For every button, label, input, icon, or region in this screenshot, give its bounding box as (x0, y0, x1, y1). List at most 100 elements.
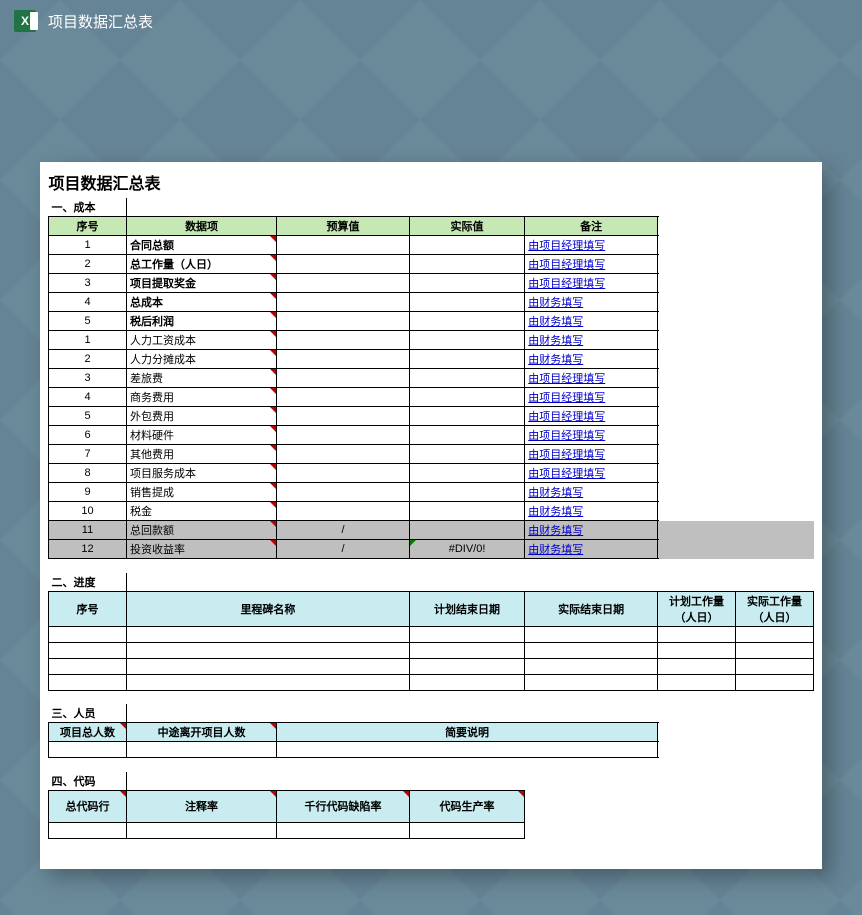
cell-item: 总回款额 (127, 521, 277, 540)
cell-actual (409, 445, 524, 464)
table-row: 6材料硬件由项目经理填写 (49, 426, 814, 445)
cell-budget (277, 407, 410, 426)
cell-budget (277, 445, 410, 464)
cell-note: 由财务填写 (525, 483, 658, 502)
table-row (49, 742, 814, 758)
note-link[interactable]: 由项目经理填写 (528, 411, 605, 423)
cell-budget: / (277, 540, 410, 559)
cell-note: 由项目经理填写 (525, 369, 658, 388)
note-link[interactable]: 由项目经理填写 (528, 392, 605, 404)
cell-item: 税金 (127, 502, 277, 521)
cell-seq: 2 (49, 350, 127, 369)
cell-actual (409, 331, 524, 350)
cell-actual (409, 236, 524, 255)
cell-budget (277, 369, 410, 388)
note-link[interactable]: 由财务填写 (528, 506, 583, 518)
cell-note: 由财务填写 (525, 502, 658, 521)
cell-item: 外包费用 (127, 407, 277, 426)
table-row (49, 674, 814, 690)
cell-note: 由项目经理填写 (525, 388, 658, 407)
col-totalcode: 总代码行 (49, 790, 127, 822)
col-item: 数据项 (127, 217, 277, 236)
table-row: 12投资收益率/#DIV/0!由财务填写 (49, 540, 814, 559)
note-link[interactable]: 由项目经理填写 (528, 240, 605, 252)
cell-seq: 10 (49, 502, 127, 521)
note-link[interactable]: 由项目经理填写 (528, 468, 605, 480)
note-link[interactable]: 由项目经理填写 (528, 259, 605, 271)
section2-heading: 二、进度 (49, 573, 127, 592)
cell-item: 项目提取奖金 (127, 274, 277, 293)
table-row: 10税金 由财务填写 (49, 502, 814, 521)
table-row (49, 822, 814, 838)
cell-actual (409, 350, 524, 369)
col-planend: 计划结束日期 (409, 591, 524, 626)
col-seq: 序号 (49, 217, 127, 236)
col-budget: 预算值 (277, 217, 410, 236)
cell-seq: 7 (49, 445, 127, 464)
col-defectrate: 千行代码缺陷率 (277, 790, 410, 822)
cell-seq: 1 (49, 331, 127, 350)
note-link[interactable]: 由财务填写 (528, 297, 583, 309)
table-row: 1人力工资成本由财务填写 (49, 331, 814, 350)
cell-seq: 11 (49, 521, 127, 540)
note-link[interactable]: 由财务填写 (528, 544, 583, 556)
cell-budget (277, 255, 410, 274)
col-milestone: 里程碑名称 (127, 591, 410, 626)
cell-item: 商务费用 (127, 388, 277, 407)
cell-note: 由财务填写 (525, 350, 658, 369)
col-total-people: 项目总人数 (49, 723, 127, 742)
note-link[interactable]: 由财务填写 (528, 487, 583, 499)
cell-actual: #DIV/0! (409, 540, 524, 559)
note-link[interactable]: 由项目经理填写 (528, 430, 605, 442)
cell-actual (409, 293, 524, 312)
note-link[interactable]: 由财务填写 (528, 354, 583, 366)
table-row: 11总回款额/ 由财务填写 (49, 521, 814, 540)
cell-actual (409, 521, 524, 540)
spreadsheet: 项目数据汇总表 一、成本 序号 数据项 预算值 实际值 备注 1合同总额由项目经… (40, 162, 822, 869)
table-row: 2总工作量（人日）由项目经理填写 (49, 255, 814, 274)
col-prodrate: 代码生产率 (409, 790, 524, 822)
cell-budget (277, 312, 410, 331)
cell-seq: 3 (49, 274, 127, 293)
table-row (49, 626, 814, 642)
cell-actual (409, 255, 524, 274)
cell-note: 由项目经理填写 (525, 426, 658, 445)
note-link[interactable]: 由项目经理填写 (528, 449, 605, 461)
cell-actual (409, 502, 524, 521)
note-link[interactable]: 由项目经理填写 (528, 373, 605, 385)
cell-seq: 12 (49, 540, 127, 559)
note-link[interactable]: 由财务填写 (528, 316, 583, 328)
summary-table: 项目数据汇总表 一、成本 序号 数据项 预算值 实际值 备注 1合同总额由项目经… (48, 168, 814, 839)
col-actual: 实际值 (409, 217, 524, 236)
note-link[interactable]: 由财务填写 (528, 525, 583, 537)
cell-note: 由财务填写 (525, 312, 658, 331)
cell-actual (409, 312, 524, 331)
cell-note: 由项目经理填写 (525, 255, 658, 274)
cell-actual (409, 426, 524, 445)
cell-seq: 1 (49, 236, 127, 255)
section4-heading: 四、代码 (49, 772, 127, 791)
table-row: 9销售提成由财务填写 (49, 483, 814, 502)
cell-seq: 5 (49, 407, 127, 426)
cell-seq: 8 (49, 464, 127, 483)
cell-note: 由项目经理填写 (525, 464, 658, 483)
cell-item: 税后利润 (127, 312, 277, 331)
col-left-people: 中途离开项目人数 (127, 723, 277, 742)
cell-seq: 4 (49, 293, 127, 312)
cell-budget (277, 293, 410, 312)
cell-budget: / (277, 521, 410, 540)
note-link[interactable]: 由项目经理填写 (528, 278, 605, 290)
cell-budget (277, 502, 410, 521)
cell-item: 材料硬件 (127, 426, 277, 445)
table-row (49, 658, 814, 674)
table-row: 4总成本由财务填写 (49, 293, 814, 312)
note-link[interactable]: 由财务填写 (528, 335, 583, 347)
col-actualend: 实际结束日期 (525, 591, 658, 626)
col-brief: 简要说明 (277, 723, 658, 742)
cell-actual (409, 407, 524, 426)
cell-note: 由财务填写 (525, 331, 658, 350)
cell-item: 项目服务成本 (127, 464, 277, 483)
cell-seq: 9 (49, 483, 127, 502)
app-header: 项目数据汇总表 (0, 0, 862, 42)
table-row: 4商务费用由项目经理填写 (49, 388, 814, 407)
